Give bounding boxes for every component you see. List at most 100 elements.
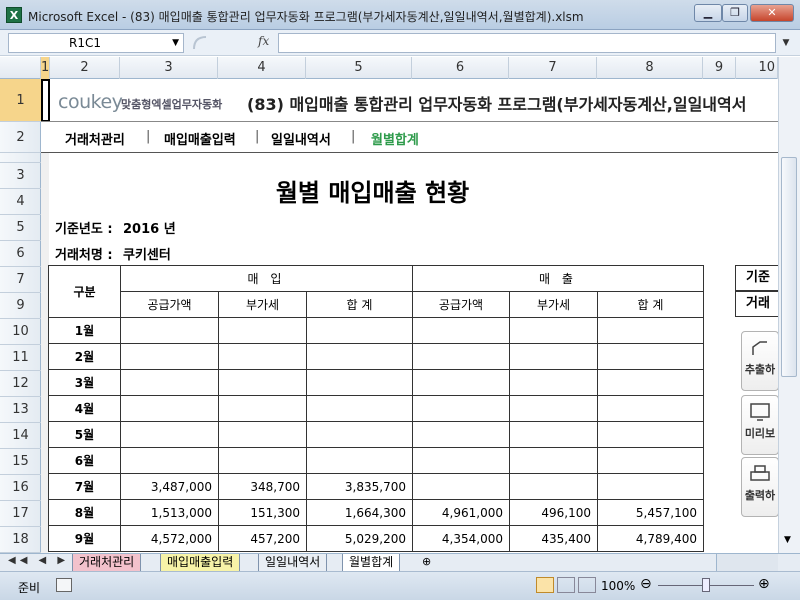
row-header[interactable]: 13 — [0, 397, 41, 423]
value-cell[interactable]: 348,700 — [218, 473, 307, 500]
value-cell[interactable] — [412, 343, 510, 370]
customer-value[interactable]: 쿠키센터 — [123, 244, 171, 263]
value-cell[interactable] — [412, 473, 510, 500]
value-cell[interactable]: 1,664,300 — [306, 499, 413, 526]
value-cell[interactable] — [218, 317, 307, 344]
row-header[interactable] — [0, 153, 41, 163]
row-header[interactable]: 1 — [0, 79, 41, 122]
row-header[interactable]: 18 — [0, 527, 41, 553]
value-cell[interactable]: 5,029,200 — [306, 525, 413, 552]
select-all-corner[interactable] — [0, 57, 41, 79]
row-header[interactable]: 2 — [0, 122, 41, 153]
excel-icon[interactable]: X — [6, 7, 22, 23]
value-cell[interactable] — [412, 421, 510, 448]
normal-view-icon[interactable] — [536, 577, 554, 593]
column-header[interactable]: 7 — [509, 57, 597, 79]
value-cell[interactable] — [120, 343, 219, 370]
zoom-in-icon[interactable]: ⊕ — [758, 576, 770, 592]
value-cell[interactable]: 4,572,000 — [120, 525, 219, 552]
vertical-scrollbar[interactable]: ▼ — [778, 57, 800, 553]
row-header[interactable]: 16 — [0, 475, 41, 501]
row-header[interactable]: 15 — [0, 449, 41, 475]
value-cell[interactable] — [597, 447, 704, 474]
nav-monthly[interactable]: 월별합계 — [371, 129, 419, 148]
value-cell[interactable] — [306, 447, 413, 474]
nav-clients[interactable]: 거래처관리 — [65, 129, 125, 148]
row-header[interactable]: 11 — [0, 345, 41, 371]
value-cell[interactable] — [120, 395, 219, 422]
page-layout-icon[interactable] — [557, 577, 575, 593]
value-cell[interactable]: 4,961,000 — [412, 499, 510, 526]
value-cell[interactable] — [306, 421, 413, 448]
value-cell[interactable] — [218, 343, 307, 370]
value-cell[interactable]: 496,100 — [509, 499, 598, 526]
zoom-level[interactable]: 100% — [601, 579, 635, 593]
value-cell[interactable] — [218, 395, 307, 422]
close-button[interactable]: ✕ — [750, 4, 794, 22]
value-cell[interactable]: 3,487,000 — [120, 473, 219, 500]
column-header[interactable]: 1 — [41, 57, 50, 79]
scroll-down-icon[interactable]: ▼ — [784, 535, 791, 545]
name-box[interactable]: R1C1 ▼ — [8, 33, 184, 53]
nav-entry[interactable]: 매입매출입력 — [164, 129, 236, 148]
value-cell[interactable] — [306, 395, 413, 422]
column-header[interactable]: 10 — [736, 57, 778, 79]
value-cell[interactable] — [509, 473, 598, 500]
row-header[interactable]: 3 — [0, 163, 41, 189]
value-cell[interactable]: 1,513,000 — [120, 499, 219, 526]
row-header[interactable]: 9 — [0, 293, 41, 319]
value-cell[interactable] — [120, 317, 219, 344]
macro-record-icon[interactable] — [56, 578, 72, 592]
row-header[interactable]: 4 — [0, 189, 41, 215]
new-sheet-icon[interactable]: ⊕ — [422, 555, 431, 568]
formula-input[interactable] — [278, 33, 776, 53]
value-cell[interactable] — [597, 473, 704, 500]
column-header[interactable]: 5 — [306, 57, 412, 79]
value-cell[interactable] — [412, 395, 510, 422]
sheet-grid[interactable]: coukey 맞춤형엑셀업무자동화 (83) 매입매출 통합관리 업무자동화 프… — [41, 79, 778, 553]
column-header[interactable]: 4 — [218, 57, 306, 79]
value-cell[interactable] — [509, 395, 598, 422]
value-cell[interactable] — [597, 317, 704, 344]
value-cell[interactable] — [120, 421, 219, 448]
value-cell[interactable] — [412, 369, 510, 396]
row-header[interactable]: 6 — [0, 241, 41, 267]
column-header[interactable]: 3 — [120, 57, 218, 79]
value-cell[interactable] — [120, 447, 219, 474]
page-break-icon[interactable] — [578, 577, 596, 593]
column-header[interactable]: 2 — [50, 57, 120, 79]
value-cell[interactable]: 457,200 — [218, 525, 307, 552]
row-header[interactable]: 12 — [0, 371, 41, 397]
preview-button[interactable]: 미리보 — [741, 395, 778, 455]
value-cell[interactable] — [597, 421, 704, 448]
value-cell[interactable] — [597, 343, 704, 370]
value-cell[interactable] — [120, 369, 219, 396]
tab-entry[interactable]: 매입매출입력 — [160, 554, 241, 571]
value-cell[interactable] — [509, 421, 598, 448]
row-header[interactable]: 14 — [0, 423, 41, 449]
column-header[interactable]: 8 — [597, 57, 703, 79]
value-cell[interactable] — [597, 395, 704, 422]
minimize-button[interactable]: ▁ — [694, 4, 722, 22]
extract-button[interactable]: 추출하 — [741, 331, 778, 391]
value-cell[interactable] — [509, 343, 598, 370]
active-cell[interactable] — [41, 79, 50, 122]
row-header[interactable]: 5 — [0, 215, 41, 241]
row-header[interactable]: 10 — [0, 319, 41, 345]
value-cell[interactable]: 4,354,000 — [412, 525, 510, 552]
zoom-handle[interactable] — [702, 578, 710, 592]
value-cell[interactable]: 3,835,700 — [306, 473, 413, 500]
value-cell[interactable]: 4,789,400 — [597, 525, 704, 552]
row-header[interactable]: 7 — [0, 267, 41, 293]
column-header[interactable]: 9 — [703, 57, 736, 79]
restore-button[interactable]: ❐ — [722, 4, 748, 22]
value-cell[interactable] — [509, 369, 598, 396]
value-cell[interactable] — [306, 317, 413, 344]
value-cell[interactable]: 151,300 — [218, 499, 307, 526]
value-cell[interactable] — [218, 421, 307, 448]
horizontal-scrollbar[interactable] — [716, 554, 778, 571]
chevron-down-icon[interactable]: ▼ — [172, 34, 179, 52]
value-cell[interactable] — [509, 447, 598, 474]
value-cell[interactable] — [597, 369, 704, 396]
insert-function-icon[interactable]: fx — [258, 34, 269, 48]
